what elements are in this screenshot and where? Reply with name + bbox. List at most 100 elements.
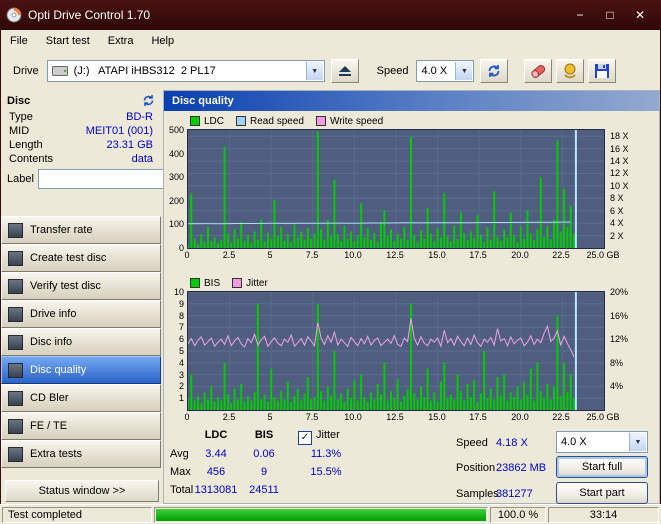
speed-stat-value: 4.18 X <box>496 437 528 449</box>
sidebar-item-extra-tests[interactable]: Extra tests <box>1 440 161 468</box>
minimize-button[interactable]: − <box>565 3 595 27</box>
axis-tick: 25.0 GB <box>586 250 620 260</box>
menu-extra[interactable]: Extra <box>99 32 143 50</box>
disc-row-mid: MID MEIT01 (001) <box>3 124 159 138</box>
sidebar-item-create-test-disc[interactable]: Create test disc <box>1 244 161 272</box>
maximize-button[interactable]: □ <box>595 3 625 27</box>
axis-tick: 8 X <box>610 193 624 203</box>
axis-tick: 16 X <box>610 144 629 154</box>
axis-tick: 2 <box>178 381 184 391</box>
disc-row-label: Label ☺ <box>3 166 208 192</box>
drive-select[interactable]: (J:) ATAPI iHBS312 2 PL17 ▼ <box>46 60 325 82</box>
app-icon <box>6 7 22 23</box>
axis-tick: 5 <box>267 250 273 260</box>
result-speed-select[interactable]: 4.0 X ▼ <box>556 431 648 453</box>
nav-list: Transfer rate Create test disc Verify te… <box>1 216 161 468</box>
speed-select[interactable]: 4.0 X ▼ <box>416 60 475 82</box>
axis-tick: 0 <box>184 250 190 260</box>
eject-button[interactable] <box>330 59 359 83</box>
drive-label: Drive <box>13 65 39 77</box>
axis-tick: 10.0 <box>344 250 362 260</box>
axis-tick: 15.0 <box>428 250 446 260</box>
max-jitter-value: 15.5% <box>310 466 342 478</box>
sidebar-item-disc-quality[interactable]: Disc quality <box>1 356 161 384</box>
progress-fill <box>156 508 486 521</box>
erase-disc-button[interactable] <box>524 59 552 83</box>
axis-tick: 2 X <box>610 231 624 241</box>
progress-bar <box>154 506 488 523</box>
menu-help[interactable]: Help <box>142 32 183 50</box>
axis-tick: 17.5 <box>469 412 487 422</box>
axis-tick: 0 <box>184 412 190 422</box>
chart1-legend: LDC Read speed Write speed <box>190 115 395 127</box>
axis-tick: 7.5 <box>305 412 319 422</box>
axis-tick: 10 <box>173 287 184 297</box>
axis-tick: 5 <box>267 412 273 422</box>
window-title: Opti Drive Control 1.70 <box>28 8 151 22</box>
axis-tick: 10 X <box>610 181 629 191</box>
legend-label: Jitter <box>246 277 268 289</box>
hand-coin-icon <box>562 63 578 79</box>
axis-tick: 9 <box>178 299 184 309</box>
refresh-button[interactable] <box>480 59 509 83</box>
sidebar-item-transfer-rate[interactable]: Transfer rate <box>1 216 161 244</box>
close-button[interactable]: ✕ <box>625 3 655 27</box>
legend-label: Read speed <box>250 115 304 127</box>
legend-swatch <box>236 116 247 126</box>
chart2-left-axis: 10 9 8 7 6 5 4 3 2 1 <box>164 287 186 410</box>
disc-contents-value[interactable]: data <box>132 153 153 165</box>
axis-tick: 16% <box>610 311 629 321</box>
samples-stat-label: Samples <box>456 488 499 500</box>
chart1-plot <box>187 129 605 249</box>
sidebar-item-cd-bler[interactable]: CD Bler <box>1 384 161 412</box>
start-full-button[interactable]: Start full <box>556 456 648 478</box>
total-bis-value: 24511 <box>249 484 279 496</box>
menu-start-test[interactable]: Start test <box>37 32 99 50</box>
axis-tick: 18 X <box>610 131 629 141</box>
start-part-button[interactable]: Start part <box>556 482 648 504</box>
fe-te-icon <box>8 418 23 434</box>
disc-type-label: Type <box>9 111 33 123</box>
chart2-x-axis: 0 2.5 5 7.5 10.0 12.5 15.0 17.5 20.0 22.5 25.0 GB <box>184 412 657 424</box>
chart2-plot <box>187 291 605 411</box>
menu-file[interactable]: File <box>1 32 37 50</box>
transfer-rate-icon <box>8 222 23 238</box>
save-report-button[interactable] <box>588 59 616 83</box>
sidebar-item-fe-te[interactable]: FE / TE <box>1 412 161 440</box>
axis-tick: 14 X <box>610 156 629 166</box>
axis-tick: 22.5 <box>552 412 570 422</box>
axis-tick: 5 <box>178 346 184 356</box>
eject-icon <box>338 65 352 77</box>
disc-contents-label: Contents <box>9 153 54 165</box>
axis-tick: 20% <box>610 287 629 297</box>
eraser-icon <box>529 63 547 79</box>
legend-swatch <box>190 116 200 126</box>
disc-refresh-button[interactable] <box>142 94 155 107</box>
axis-tick: 7.5 <box>305 250 319 260</box>
axis-tick: 4% <box>610 381 624 391</box>
jitter-checkbox[interactable]: ✓ <box>298 430 312 445</box>
chart2-legend: BIS Jitter <box>190 277 280 289</box>
speed-stat-label: Speed <box>456 437 488 449</box>
axis-tick: 2.5 <box>222 412 236 422</box>
axis-tick: 4 <box>178 358 184 368</box>
disc-length-label: Length <box>9 139 43 151</box>
sidebar-item-disc-info[interactable]: Disc info <box>1 328 161 356</box>
axis-tick: 17.5 <box>469 250 487 260</box>
result-speed-value: 4.0 X <box>561 436 587 448</box>
donate-button[interactable] <box>556 59 584 83</box>
chart1-left-axis: 500 400 300 200 100 0 <box>164 125 186 253</box>
legend-label: LDC <box>204 115 225 127</box>
sidebar-item-drive-info[interactable]: Drive info <box>1 300 161 328</box>
result-speed-dropdown-arrow-icon[interactable]: ▼ <box>629 433 646 451</box>
speed-dropdown-arrow-icon[interactable]: ▼ <box>455 62 473 80</box>
drive-dropdown-arrow-icon[interactable]: ▼ <box>305 62 323 80</box>
axis-tick: 12 X <box>610 168 629 178</box>
axis-tick: 300 <box>168 172 184 182</box>
avg-jitter-value: 11.3% <box>310 448 342 460</box>
sidebar-item-verify-test-disc[interactable]: Verify test disc <box>1 272 161 300</box>
samples-stat-value: 381277 <box>496 488 533 500</box>
status-window-button[interactable]: Status window >> <box>5 480 159 502</box>
disc-info-panel: Disc Type BD-R MID MEIT01 (001) Length 2… <box>3 92 208 192</box>
chart1-x-axis: 0 2.5 5 7.5 10.0 12.5 15.0 17.5 20.0 22.5 25.0 GB <box>184 250 657 262</box>
